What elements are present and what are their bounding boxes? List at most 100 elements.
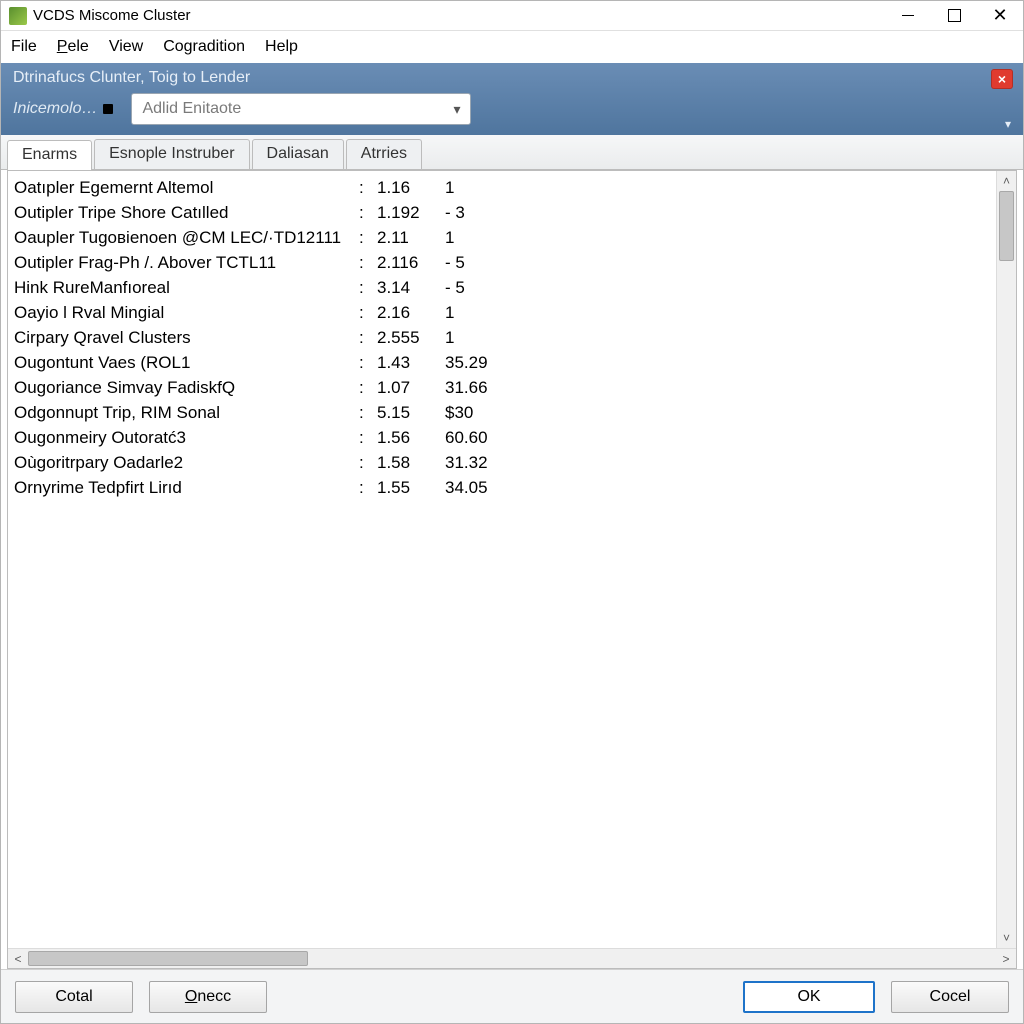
row-separator: : bbox=[359, 200, 377, 225]
chevron-down-icon: ▾ bbox=[453, 101, 460, 118]
row-value-1: 2.16 bbox=[377, 300, 445, 325]
row-value-2: $30 bbox=[445, 400, 473, 425]
tab-daliasan[interactable]: Daliasan bbox=[252, 139, 344, 169]
tab-strip: Enarms Esnople Instruber Daliasan Atrrie… bbox=[1, 135, 1023, 170]
header-combobox[interactable]: Adlid Enitaote ▾ bbox=[131, 93, 471, 125]
list-row[interactable]: Oayio l Rval Mingial: 2.161 bbox=[14, 300, 990, 325]
header-strip: Dtrinafucs Clunter, Toig to Lender Inice… bbox=[1, 63, 1023, 135]
row-value-2: 1 bbox=[445, 175, 454, 200]
row-value-1: 2.11 bbox=[377, 225, 445, 250]
tab-enarms[interactable]: Enarms bbox=[7, 140, 92, 170]
row-value-1: 1.43 bbox=[377, 350, 445, 375]
row-separator: : bbox=[359, 350, 377, 375]
row-value-2: 31.32 bbox=[445, 450, 488, 475]
list-row[interactable]: Ornyrime Tedpfirt Lirıd: 1.5534.05 bbox=[14, 475, 990, 500]
window-title: VCDS Miscome Cluster bbox=[33, 7, 191, 24]
titlebar: VCDS Miscome Cluster ✕ bbox=[1, 1, 1023, 31]
row-value-2: 1 bbox=[445, 300, 454, 325]
menu-help[interactable]: Help bbox=[265, 38, 298, 56]
row-label: Oayio l Rval Mingial bbox=[14, 300, 359, 325]
ok-button[interactable]: OK bbox=[743, 981, 875, 1013]
content-panel: Oatıpler Egemernt Altemol: 1.161Outipler… bbox=[7, 170, 1017, 969]
scroll-area: Oatıpler Egemernt Altemol: 1.161Outipler… bbox=[8, 171, 1016, 948]
row-value-2: - 5 bbox=[445, 250, 465, 275]
list-row[interactable]: Ougonmeiry Outoratć3: 1.5660.60 bbox=[14, 425, 990, 450]
list-row[interactable]: Cirpary Qravel Clusters: 2.5551 bbox=[14, 325, 990, 350]
cocel-button[interactable]: Cocel bbox=[891, 981, 1009, 1013]
row-separator: : bbox=[359, 275, 377, 300]
header-line2-text: Inicemolo… bbox=[13, 100, 97, 118]
row-label: Outipler Tripe Shore Catılled bbox=[14, 200, 359, 225]
row-value-1: 1.07 bbox=[377, 375, 445, 400]
row-label: Odgonnupt Trip, RIM Sonal bbox=[14, 400, 359, 425]
list-row[interactable]: Hink RureManfıoreal: 3.14- 5 bbox=[14, 275, 990, 300]
row-value-2: 1 bbox=[445, 225, 454, 250]
row-label: Ougonmeiry Outoratć3 bbox=[14, 425, 359, 450]
scroll-up-icon[interactable]: ˄ bbox=[997, 171, 1016, 191]
row-value-1: 1.56 bbox=[377, 425, 445, 450]
row-value-1: 1.16 bbox=[377, 175, 445, 200]
menu-file[interactable]: File bbox=[11, 38, 37, 56]
list-row[interactable]: Outipler Frag-Ph /. Abover TCTL11: 2.116… bbox=[14, 250, 990, 275]
row-separator: : bbox=[359, 475, 377, 500]
row-value-1: 2.555 bbox=[377, 325, 445, 350]
row-label: Outipler Frag-Ph /. Abover TCTL11 bbox=[14, 250, 359, 275]
row-separator: : bbox=[359, 175, 377, 200]
row-value-1: 2.116 bbox=[377, 250, 445, 275]
menu-cogradition[interactable]: Cogradition bbox=[163, 38, 245, 56]
cotal-button[interactable]: Cotal bbox=[15, 981, 133, 1013]
row-label: Hink RureManfıoreal bbox=[14, 275, 359, 300]
scroll-right-icon[interactable]: ˃ bbox=[996, 952, 1016, 966]
scroll-left-icon[interactable]: ˂ bbox=[8, 952, 28, 966]
header-line2: Inicemolo… bbox=[13, 100, 113, 118]
menu-view[interactable]: View bbox=[109, 38, 143, 56]
row-value-1: 5.15 bbox=[377, 400, 445, 425]
row-value-2: 60.60 bbox=[445, 425, 488, 450]
scroll-down-icon[interactable]: ˅ bbox=[997, 928, 1016, 948]
list-row[interactable]: Odgonnupt Trip, RIM Sonal: 5.15$30 bbox=[14, 400, 990, 425]
row-value-1: 1.58 bbox=[377, 450, 445, 475]
list-row[interactable]: Oaupler Tugoвienoen @CM LEC/·TD12111: 2.… bbox=[14, 225, 990, 250]
row-label: Oaupler Tugoвienoen @CM LEC/·TD12111 bbox=[14, 225, 359, 250]
row-separator: : bbox=[359, 450, 377, 475]
row-separator: : bbox=[359, 400, 377, 425]
onecc-button[interactable]: Onecc bbox=[149, 981, 267, 1013]
menu-pele[interactable]: Pele bbox=[57, 38, 89, 56]
panel-overflow-icon[interactable]: ▾ bbox=[1005, 117, 1011, 131]
panel-close-button[interactable]: × bbox=[991, 69, 1013, 89]
list-row[interactable]: Ougontunt Vaes (ROL1: 1.4335.29 bbox=[14, 350, 990, 375]
window-close-button[interactable]: ✕ bbox=[977, 1, 1023, 31]
row-separator: : bbox=[359, 300, 377, 325]
row-value-1: 3.14 bbox=[377, 275, 445, 300]
row-value-2: - 3 bbox=[445, 200, 465, 225]
list-row[interactable]: Oùgoritrpary Oadarle2: 1.5831.32 bbox=[14, 450, 990, 475]
minimize-button[interactable] bbox=[885, 1, 931, 31]
horizontal-scrollbar[interactable]: ˂ ˃ bbox=[8, 948, 1016, 968]
row-separator: : bbox=[359, 375, 377, 400]
row-label: Ougoriance Simvay FadiskfQ bbox=[14, 375, 359, 400]
tab-esnople-instruber[interactable]: Esnople Instruber bbox=[94, 139, 249, 169]
maximize-button[interactable] bbox=[931, 1, 977, 31]
vscroll-thumb[interactable] bbox=[999, 191, 1014, 261]
row-label: Oùgoritrpary Oadarle2 bbox=[14, 450, 359, 475]
hscroll-thumb[interactable] bbox=[28, 951, 308, 966]
row-value-1: 1.55 bbox=[377, 475, 445, 500]
row-separator: : bbox=[359, 325, 377, 350]
tab-atrries[interactable]: Atrries bbox=[346, 139, 422, 169]
list-row[interactable]: Ougoriance Simvay FadiskfQ: 1.0731.66 bbox=[14, 375, 990, 400]
button-bar: Cotal Onecc OK Cocel bbox=[1, 969, 1023, 1023]
row-separator: : bbox=[359, 425, 377, 450]
row-value-2: 31.66 bbox=[445, 375, 488, 400]
vertical-scrollbar[interactable]: ˄ ˅ bbox=[996, 171, 1016, 948]
header-mini-icon bbox=[103, 104, 113, 114]
row-label: Cirpary Qravel Clusters bbox=[14, 325, 359, 350]
row-value-1: 1.192 bbox=[377, 200, 445, 225]
list-row[interactable]: Oatıpler Egemernt Altemol: 1.161 bbox=[14, 175, 990, 200]
row-value-2: - 5 bbox=[445, 275, 465, 300]
list-row[interactable]: Outipler Tripe Shore Catılled: 1.192- 3 bbox=[14, 200, 990, 225]
row-value-2: 1 bbox=[445, 325, 454, 350]
app-window: VCDS Miscome Cluster ✕ File Pele View Co… bbox=[0, 0, 1024, 1024]
data-list: Oatıpler Egemernt Altemol: 1.161Outipler… bbox=[8, 171, 996, 948]
row-value-2: 35.29 bbox=[445, 350, 488, 375]
row-label: Ougontunt Vaes (ROL1 bbox=[14, 350, 359, 375]
